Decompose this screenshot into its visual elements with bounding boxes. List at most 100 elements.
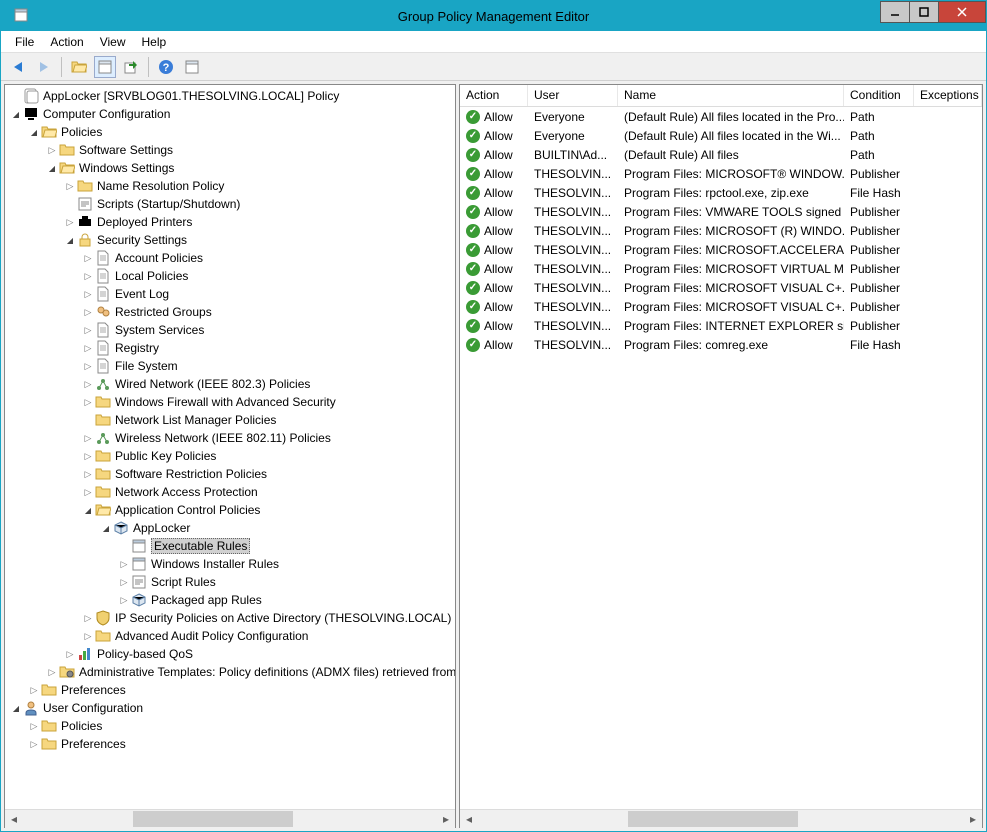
expander-icon[interactable]	[81, 467, 95, 481]
col-exceptions[interactable]: Exceptions	[914, 85, 982, 106]
forward-button[interactable]	[33, 56, 55, 78]
expander-icon[interactable]	[9, 107, 23, 121]
tree-item-user-policies[interactable]: Policies	[5, 717, 455, 735]
tree-item-computer-configuration[interactable]: Computer Configuration	[5, 105, 455, 123]
export-button[interactable]	[120, 56, 142, 78]
tree-item-policy-qos[interactable]: Policy-based QoS	[5, 645, 455, 663]
expander-icon[interactable]	[117, 593, 131, 607]
expander-icon[interactable]	[81, 305, 95, 319]
expander-icon[interactable]	[45, 161, 59, 175]
tree-item-account-policies[interactable]: Account Policies	[5, 249, 455, 267]
tree-item-registry[interactable]: Registry	[5, 339, 455, 357]
rule-row[interactable]: AllowTHESOLVIN...Program Files: MICROSOF…	[460, 221, 982, 240]
tree-item-software-restriction[interactable]: Software Restriction Policies	[5, 465, 455, 483]
expander-icon[interactable]	[81, 269, 95, 283]
maximize-button[interactable]	[909, 1, 939, 23]
tree[interactable]: AppLocker [SRVBLOG01.THESOLVING.LOCAL] P…	[5, 85, 455, 809]
expander-icon[interactable]	[63, 179, 77, 193]
expander-icon[interactable]	[27, 737, 41, 751]
rule-row[interactable]: AllowTHESOLVIN...Program Files: INTERNET…	[460, 316, 982, 335]
rule-row[interactable]: AllowTHESOLVIN...Program Files: comreg.e…	[460, 335, 982, 354]
tree-item-admin-templates[interactable]: Administrative Templates: Policy definit…	[5, 663, 455, 681]
tree-item-advanced-audit[interactable]: Advanced Audit Policy Configuration	[5, 627, 455, 645]
expander-icon[interactable]	[27, 125, 41, 139]
minimize-button[interactable]	[880, 1, 910, 23]
expander-icon[interactable]	[99, 521, 113, 535]
tree-item-applocker[interactable]: AppLocker	[5, 519, 455, 537]
rule-row[interactable]: AllowEveryone(Default Rule) All files lo…	[460, 126, 982, 145]
tree-item-network-list[interactable]: Network List Manager Policies	[5, 411, 455, 429]
up-button[interactable]	[68, 56, 90, 78]
expander-icon[interactable]	[81, 287, 95, 301]
rule-row[interactable]: AllowTHESOLVIN...Program Files: MICROSOF…	[460, 259, 982, 278]
tree-item-security-settings[interactable]: Security Settings	[5, 231, 455, 249]
expander-icon[interactable]	[63, 215, 77, 229]
tree-item-policies[interactable]: Policies	[5, 123, 455, 141]
rule-row[interactable]: AllowEveryone(Default Rule) All files lo…	[460, 107, 982, 126]
expander-icon[interactable]	[81, 503, 95, 517]
expander-icon[interactable]	[81, 395, 95, 409]
tree-item-installer-rules[interactable]: Windows Installer Rules	[5, 555, 455, 573]
tree-item-wired-network[interactable]: Wired Network (IEEE 802.3) Policies	[5, 375, 455, 393]
tree-item-windows-firewall[interactable]: Windows Firewall with Advanced Security	[5, 393, 455, 411]
list-hscroll[interactable]: ◂ ▸	[460, 809, 982, 827]
tree-item-software-settings[interactable]: Software Settings	[5, 141, 455, 159]
expander-icon[interactable]	[27, 683, 41, 697]
expander-icon[interactable]	[81, 485, 95, 499]
list-body[interactable]: AllowEveryone(Default Rule) All files lo…	[460, 107, 982, 809]
rule-row[interactable]: AllowTHESOLVIN...Program Files: MICROSOF…	[460, 164, 982, 183]
tree-item-network-access-protection[interactable]: Network Access Protection	[5, 483, 455, 501]
rule-row[interactable]: AllowTHESOLVIN...Program Files: MICROSOF…	[460, 278, 982, 297]
col-condition[interactable]: Condition	[844, 85, 914, 106]
tree-item-file-system[interactable]: File System	[5, 357, 455, 375]
expander-icon[interactable]	[81, 377, 95, 391]
expander-icon[interactable]	[81, 611, 95, 625]
expander-icon[interactable]	[117, 575, 131, 589]
properties-button[interactable]	[181, 56, 203, 78]
close-button[interactable]	[938, 1, 986, 23]
col-user[interactable]: User	[528, 85, 618, 106]
tree-item-deployed-printers[interactable]: Deployed Printers	[5, 213, 455, 231]
tree-item-script-rules[interactable]: Script Rules	[5, 573, 455, 591]
tree-item-windows-settings[interactable]: Windows Settings	[5, 159, 455, 177]
tree-item-restricted-groups[interactable]: Restricted Groups	[5, 303, 455, 321]
expander-icon[interactable]	[9, 701, 23, 715]
back-button[interactable]	[7, 56, 29, 78]
tree-item-preferences[interactable]: Preferences	[5, 681, 455, 699]
expander-icon[interactable]	[63, 647, 77, 661]
rule-row[interactable]: AllowTHESOLVIN...Program Files: MICROSOF…	[460, 297, 982, 316]
expander-icon[interactable]	[27, 719, 41, 733]
menu-action[interactable]: Action	[42, 35, 91, 49]
rule-row[interactable]: AllowBUILTIN\Ad...(Default Rule) All fil…	[460, 145, 982, 164]
tree-item-wireless-network[interactable]: Wireless Network (IEEE 802.11) Policies	[5, 429, 455, 447]
expander-icon[interactable]	[45, 143, 59, 157]
tree-item-executable-rules[interactable]: Executable Rules	[5, 537, 455, 555]
expander-icon[interactable]	[81, 629, 95, 643]
expander-icon[interactable]	[81, 449, 95, 463]
tree-item-event-log[interactable]: Event Log	[5, 285, 455, 303]
tree-item-system-services[interactable]: System Services	[5, 321, 455, 339]
tree-item-scripts[interactable]: Scripts (Startup/Shutdown)	[5, 195, 455, 213]
tree-item-user-configuration[interactable]: User Configuration	[5, 699, 455, 717]
col-name[interactable]: Name	[618, 85, 844, 106]
expander-icon[interactable]	[81, 431, 95, 445]
expander-icon[interactable]	[45, 665, 59, 679]
tree-item-tree-root[interactable]: AppLocker [SRVBLOG01.THESOLVING.LOCAL] P…	[5, 87, 455, 105]
menu-file[interactable]: File	[7, 35, 42, 49]
rule-row[interactable]: AllowTHESOLVIN...Program Files: rpctool.…	[460, 183, 982, 202]
expander-icon[interactable]	[81, 359, 95, 373]
tree-item-packaged-rules[interactable]: Packaged app Rules	[5, 591, 455, 609]
tree-hscroll[interactable]: ◂ ▸	[5, 809, 455, 827]
scroll-right-icon[interactable]: ▸	[437, 810, 455, 828]
expander-icon[interactable]	[117, 557, 131, 571]
tree-item-ip-security[interactable]: IP Security Policies on Active Directory…	[5, 609, 455, 627]
show-tree-button[interactable]	[94, 56, 116, 78]
expander-icon[interactable]	[81, 323, 95, 337]
tree-item-name-resolution-policy[interactable]: Name Resolution Policy	[5, 177, 455, 195]
rule-row[interactable]: AllowTHESOLVIN...Program Files: MICROSOF…	[460, 240, 982, 259]
scroll-left-icon[interactable]: ◂	[460, 810, 478, 828]
col-action[interactable]: Action	[460, 85, 528, 106]
tree-item-application-control[interactable]: Application Control Policies	[5, 501, 455, 519]
expander-icon[interactable]	[81, 251, 95, 265]
menu-help[interactable]: Help	[134, 35, 175, 49]
